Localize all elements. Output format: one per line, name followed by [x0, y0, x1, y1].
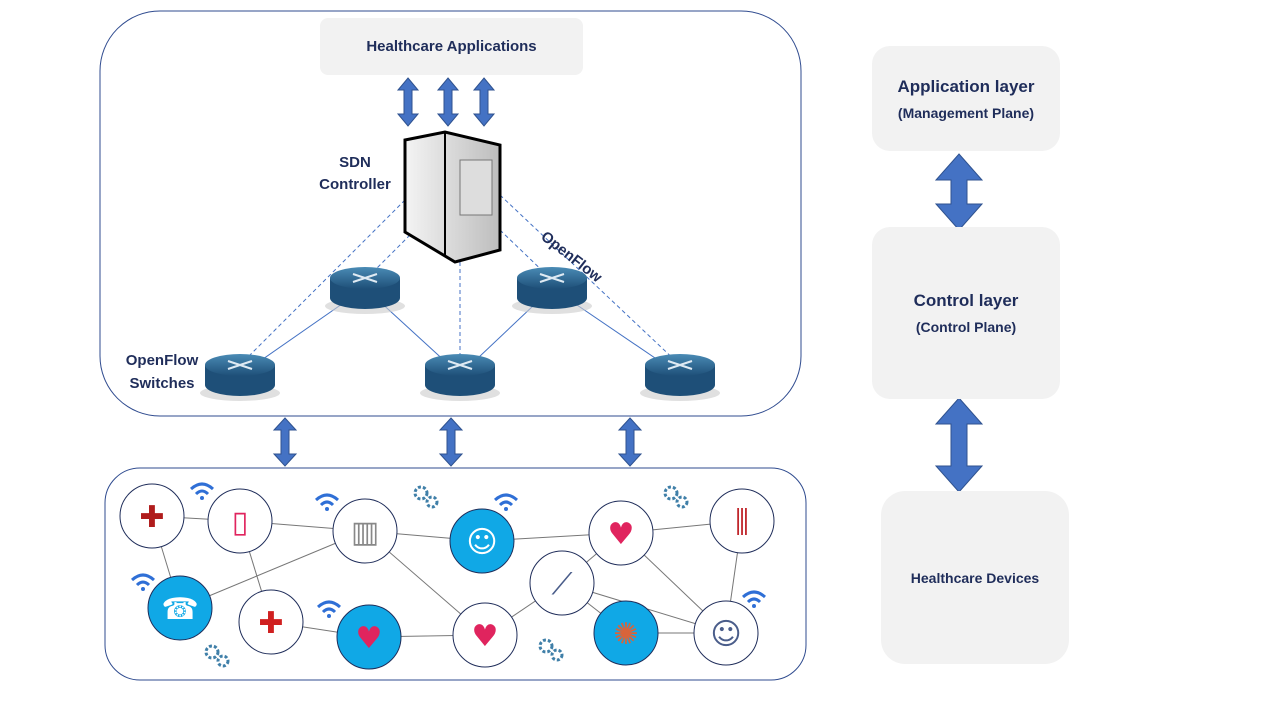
application-layer-box: Application layer (Management Plane): [872, 46, 1060, 151]
double-arrow-icon: [617, 417, 643, 467]
double-arrow-icon: [934, 153, 984, 231]
svg-text:♥: ♥: [356, 621, 383, 656]
apps-label: Healthcare Applications: [366, 38, 537, 55]
wifi-icon: [189, 482, 215, 500]
double-arrow-icon: [472, 77, 496, 127]
virus-microscope-icon: ✺: [593, 600, 659, 666]
wifi-icon: [316, 600, 342, 618]
sdn-controller-server-icon: [403, 130, 502, 264]
svg-text:☎: ☎: [161, 592, 198, 627]
openflow-switches-label: OpenFlow Switches: [110, 349, 214, 395]
control-layer-subtitle: (Control Plane): [915, 319, 1017, 335]
svg-text:♥: ♥: [608, 517, 635, 552]
wifi-icon: [314, 493, 340, 511]
wifi-icon: [493, 493, 519, 511]
double-arrow-icon: [396, 77, 420, 127]
hospital-icon: ▥: [332, 498, 398, 564]
svg-text:☺: ☺: [710, 617, 741, 652]
doctor-desk-icon: ☺: [693, 600, 759, 666]
application-layer-subtitle: (Management Plane): [897, 104, 1035, 121]
svg-text:▥: ▥: [351, 515, 379, 550]
double-arrow-icon: [438, 417, 464, 467]
sdn-controller-label: SDN Controller: [300, 152, 410, 196]
svg-text:✺: ✺: [613, 617, 638, 652]
heart-monitor-icon: ♥: [588, 500, 654, 566]
gears-icon: [538, 638, 564, 662]
svg-text:▯: ▯: [232, 505, 249, 540]
openflow-switch-icon: [420, 354, 500, 401]
doctor-call-icon: ☎: [147, 575, 213, 641]
wifi-icon: [741, 590, 767, 608]
ambulance-icon: ✚: [238, 589, 304, 655]
test-tubes-icon: ⫼: [709, 488, 775, 554]
svg-text:✚: ✚: [139, 500, 164, 535]
svg-text:⟋: ⟋: [552, 567, 573, 602]
controller-line2: Controller: [319, 176, 391, 193]
gears-icon: [413, 485, 439, 509]
openflow-switch-icon: [325, 267, 405, 314]
telemedicine-doctor-icon: ☺: [449, 508, 515, 574]
controller-line1: SDN: [339, 154, 371, 171]
switches-line1: OpenFlow: [125, 352, 199, 369]
control-layer-box: Control layer (Control Plane): [872, 227, 1060, 399]
medical-app-icon: ▯: [207, 488, 273, 554]
svg-text:⫼: ⫼: [735, 505, 749, 540]
control-layer-title: Control layer: [913, 291, 1019, 310]
double-arrow-icon: [272, 417, 298, 467]
switches-line2: Switches: [129, 375, 195, 392]
gears-icon: [204, 644, 230, 668]
healthcare-applications-box: Healthcare Applications: [320, 18, 583, 75]
phone-heart-icon: ♥: [336, 604, 402, 670]
application-layer-title: Application layer: [897, 76, 1035, 96]
openflow-switch-icon: [640, 354, 720, 401]
svg-text:☺: ☺: [466, 525, 497, 560]
svg-text:✚: ✚: [258, 606, 283, 641]
gears-icon: [663, 485, 689, 509]
double-arrow-icon: [934, 397, 984, 493]
tablet-diagnosis-icon: ♥: [452, 602, 518, 668]
svg-text:♥: ♥: [472, 619, 499, 654]
star-of-life-icon: ✚: [119, 483, 185, 549]
wifi-icon: [130, 573, 156, 591]
syringe-icon: ⟋: [529, 550, 595, 616]
double-arrow-icon: [436, 77, 460, 127]
healthcare-devices-title: Healthcare Devices: [910, 569, 1040, 586]
healthcare-devices-box: Healthcare Devices: [881, 491, 1069, 664]
